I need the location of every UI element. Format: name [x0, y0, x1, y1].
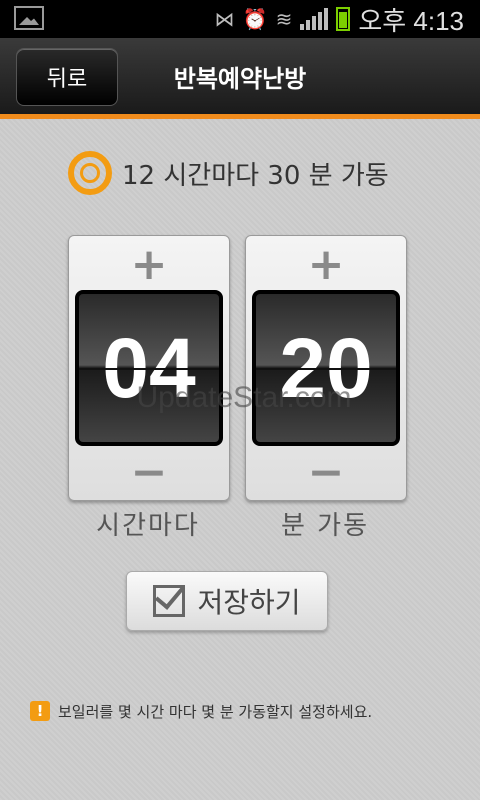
save-button[interactable]: 저장하기 [126, 571, 328, 631]
minutes-plus-button[interactable]: + [246, 236, 406, 292]
repeat-ring-icon [68, 151, 112, 195]
gallery-icon [14, 6, 44, 30]
hours-picker: + 04 − [68, 235, 230, 501]
save-button-label: 저장하기 [197, 586, 301, 619]
status-time: 오후 4:13 [358, 5, 464, 36]
notice: ! 보일러를 몇 시간 마다 몇 분 가동할지 설정하세요. [30, 697, 372, 725]
battery-icon [336, 7, 351, 31]
minutes-caption: 분 가동 [280, 511, 370, 541]
minutes-picker: + 20 − [245, 235, 407, 501]
page-title: 반복예약난방 [173, 64, 307, 93]
minutes-value: 20 [252, 290, 400, 446]
alarm-icon: ⏰ [242, 7, 268, 31]
hours-caption: 시간마다 [96, 511, 200, 541]
hours-plus-button[interactable]: + [69, 236, 229, 292]
schedule-summary: 12 시간마다 30 분 가동 [68, 149, 389, 197]
back-button[interactable]: 뒤로 [16, 48, 118, 106]
title-bar: 뒤로 반복예약난방 [0, 38, 480, 119]
main-content: 12 시간마다 30 분 가동 + 04 − 시간마다 + 20 − 분 가동 … [0, 119, 480, 800]
warning-icon: ! [30, 701, 50, 721]
watermark: UpdateStar.com [136, 381, 352, 414]
hours-value: 04 [75, 290, 223, 446]
summary-text: 12 시간마다 30 분 가동 [122, 160, 389, 191]
wifi-icon: ≋ [275, 7, 293, 31]
minutes-minus-button[interactable]: − [246, 444, 406, 500]
hours-minus-button[interactable]: − [69, 444, 229, 500]
checkbox-icon [153, 585, 186, 617]
signal-icon [300, 8, 329, 30]
status-icons: ⋈ ⏰ ≋ 오후 4:13 [214, 4, 464, 36]
notice-text: 보일러를 몇 시간 마다 몇 분 가동할지 설정하세요. [58, 702, 373, 721]
mute-icon: ⋈ [214, 7, 235, 31]
status-bar: ⋈ ⏰ ≋ 오후 4:13 [0, 0, 480, 38]
